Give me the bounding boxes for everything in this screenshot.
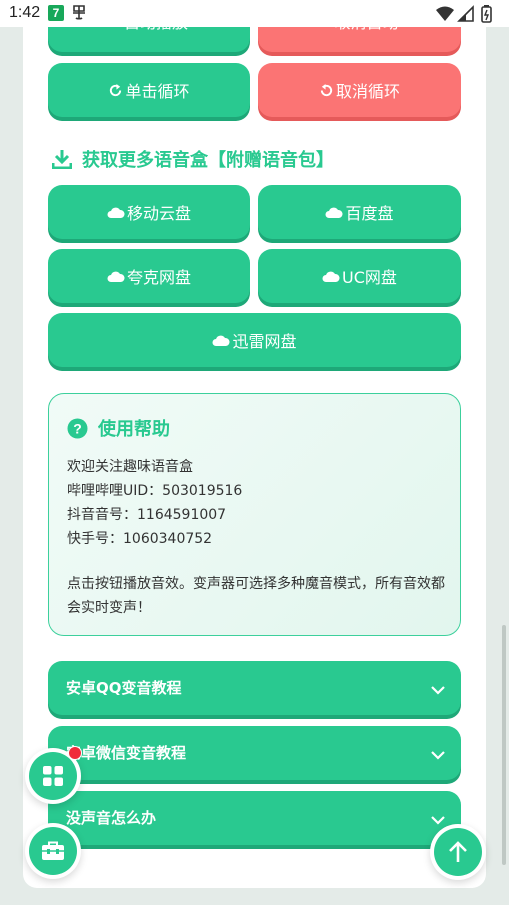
notification-app-icon	[71, 3, 87, 25]
quark-pan-button[interactable]: 夸克网盘	[48, 249, 250, 303]
help-line-bilibili: 哔哩哔哩UID：503019516	[67, 483, 243, 499]
help-line-douyin: 抖音音号：1164591007	[67, 507, 227, 523]
cloud-icon	[322, 270, 340, 283]
undo-icon	[319, 83, 334, 98]
xunlei-pan-button[interactable]: 迅雷网盘	[48, 313, 461, 367]
toolbox-icon	[29, 827, 77, 875]
mobile-cloud-label: 移动云盘	[126, 204, 191, 223]
help-box: ? 使用帮助 欢迎关注趣味语音盒 哔哩哔哩UID：503019516 抖音音号：…	[48, 393, 461, 636]
status-bar: 1:42 7	[0, 0, 509, 27]
uc-pan-button[interactable]: UC网盘	[258, 249, 461, 303]
tools-fab[interactable]	[25, 823, 81, 879]
quark-pan-label: 夸克网盘	[126, 268, 191, 287]
accordion-qq-tutorial[interactable]: 安卓QQ变音教程	[48, 661, 461, 715]
help-line-welcome: 欢迎关注趣味语音盒	[67, 459, 193, 475]
scroll-top-fab[interactable]	[430, 824, 486, 880]
system-icons	[435, 4, 501, 24]
cloud-icon	[325, 206, 344, 219]
baidu-pan-label: 百度盘	[345, 204, 394, 223]
chevron-down-icon	[431, 745, 445, 764]
scrollbar[interactable]	[502, 625, 506, 865]
help-title-label: 使用帮助	[98, 419, 170, 440]
xunlei-pan-label: 迅雷网盘	[232, 332, 297, 351]
help-paragraph: 点击按钮播放音效。变声器可选择多种魔音模式，所有音效都会实时变声！	[67, 576, 445, 616]
download-icon	[52, 149, 72, 169]
single-loop-label: 单击循环	[125, 82, 190, 101]
notification-dot	[68, 746, 82, 760]
single-loop-button[interactable]: 单击循环	[48, 63, 250, 117]
status-time: 1:42	[9, 4, 41, 21]
accordion-wechat-tutorial[interactable]: 安卓微信变音教程	[48, 726, 461, 780]
download-section-title: 获取更多语音盒【附赠语音包】	[52, 146, 334, 172]
download-section-label: 获取更多语音盒【附赠语音包】	[82, 150, 334, 171]
notification-badge: 7	[48, 5, 64, 21]
redo-icon	[108, 83, 123, 98]
grid-icon	[29, 752, 77, 800]
question-circle-icon: ?	[67, 418, 88, 439]
svg-text:?: ?	[73, 420, 82, 436]
accordion-label: 安卓微信变音教程	[66, 744, 187, 762]
signal-icon	[457, 5, 474, 22]
help-title: ? 使用帮助	[67, 415, 170, 441]
uc-pan-label: UC网盘	[342, 268, 397, 287]
cancel-loop-label: 取消循环	[335, 82, 400, 101]
chevron-down-icon	[431, 680, 445, 699]
help-line-kuaishou: 快手号：1060340752	[67, 531, 213, 547]
cloud-icon	[107, 270, 125, 283]
mobile-cloud-button[interactable]: 移动云盘	[48, 185, 250, 239]
chevron-down-icon	[431, 810, 445, 829]
cancel-loop-button[interactable]: 取消循环	[258, 63, 461, 117]
accordion-no-sound[interactable]: 没声音怎么办	[48, 791, 461, 845]
wifi-icon	[436, 6, 454, 21]
baidu-pan-button[interactable]: 百度盘	[258, 185, 461, 239]
arrow-up-icon	[434, 828, 482, 876]
cloud-icon	[212, 334, 231, 347]
accordion-label: 安卓QQ变音教程	[66, 679, 182, 697]
cloud-icon	[107, 206, 125, 219]
battery-icon	[481, 5, 492, 23]
accordion-label: 没声音怎么办	[66, 809, 157, 827]
